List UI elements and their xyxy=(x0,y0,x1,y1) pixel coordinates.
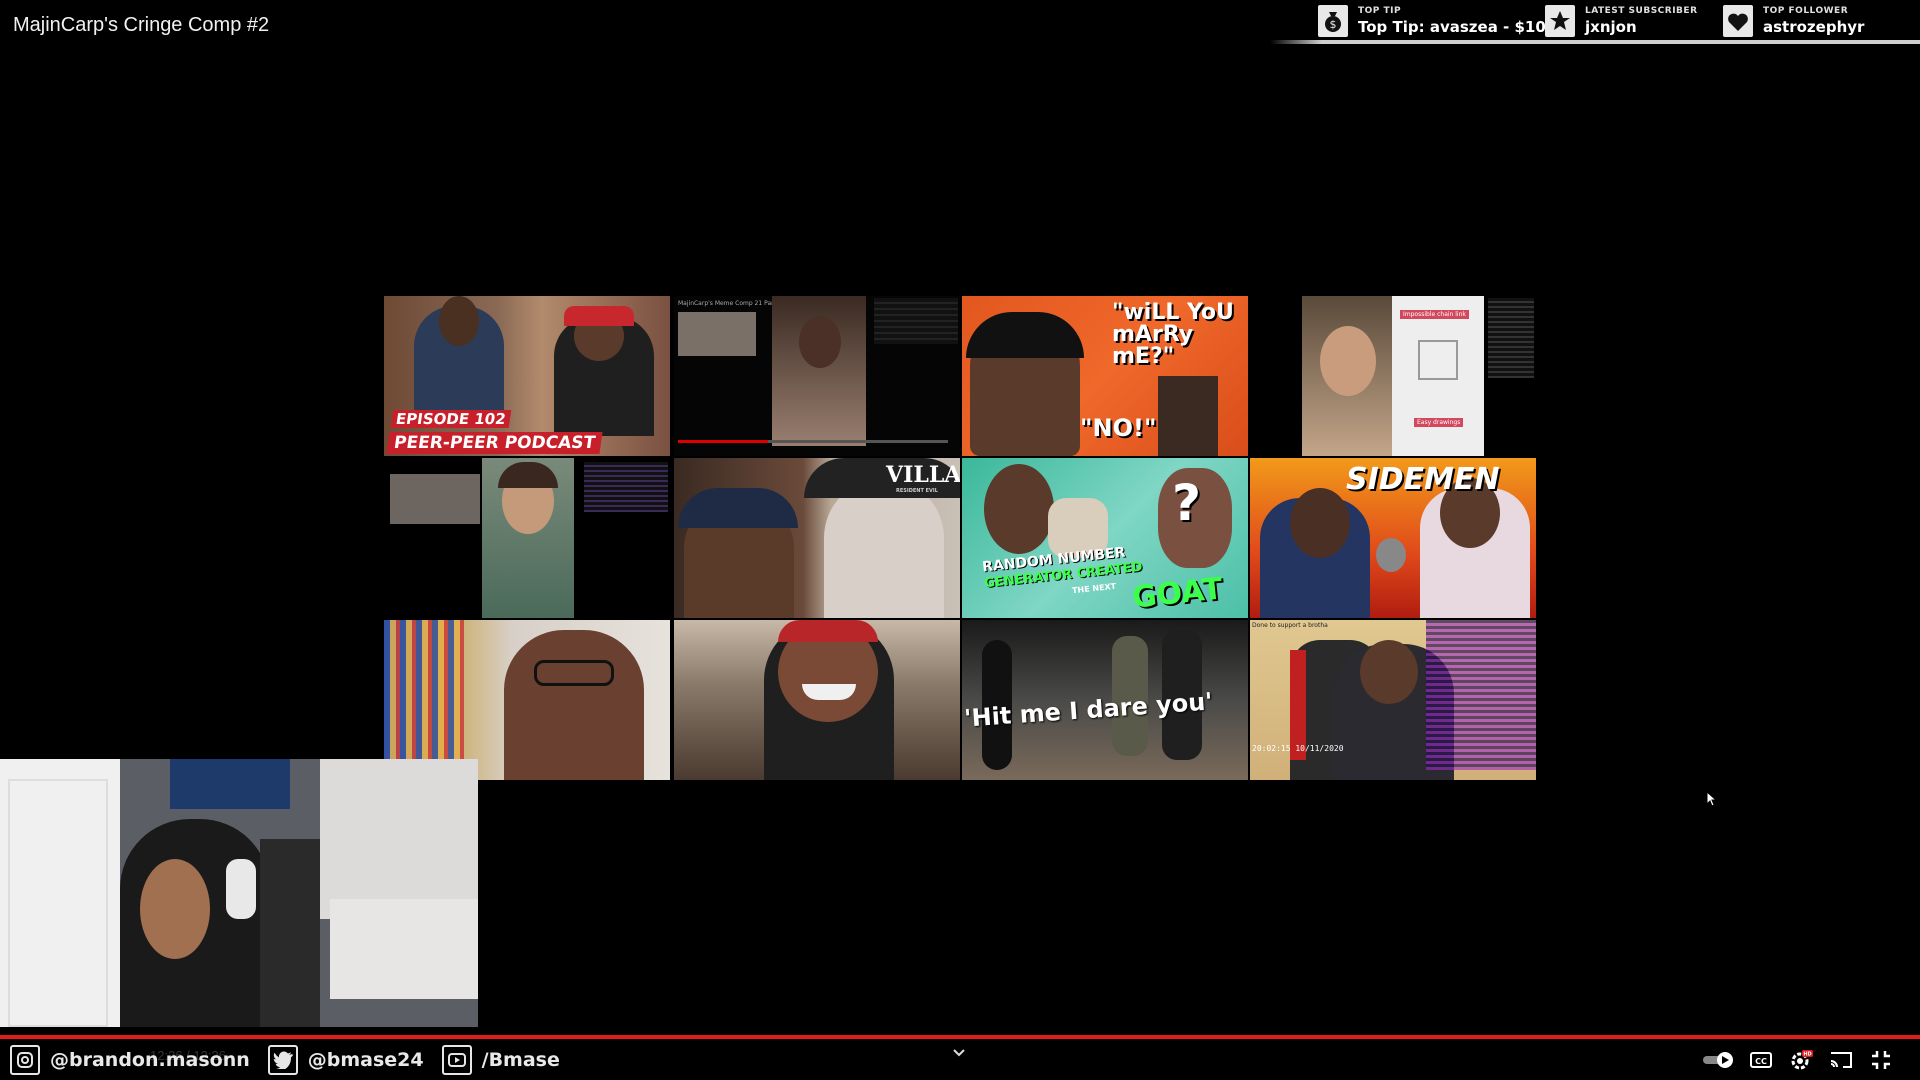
top-tip-widget: $ TOP TIP Top Tip: avaszea - $100 xyxy=(1318,4,1556,38)
svg-text:$: $ xyxy=(1330,18,1337,31)
thumb-stream-reaction[interactable] xyxy=(384,458,670,618)
thumb-peer-podcast[interactable]: EPISODE 102 PEER-PEER PODCAST xyxy=(384,296,670,456)
youtube-handle: /Bmase xyxy=(481,1049,560,1071)
thumb-gaming-chair[interactable]: Done to support a brotha 20:02:15 10/11/… xyxy=(1250,620,1536,780)
thumbnail-grid: EPISODE 102 PEER-PEER PODCAST MajinCarp'… xyxy=(384,296,1538,784)
chevron-down-icon[interactable] xyxy=(952,1046,966,1060)
youtube-icon xyxy=(441,1045,472,1075)
overlay-underline xyxy=(1270,40,1920,44)
podcast-title-label: PEER-PEER PODCAST xyxy=(386,432,603,454)
no-caption: "NO!" xyxy=(1080,414,1157,442)
resident-evil-label: RESIDENT EVIL xyxy=(896,488,938,494)
top-follower-caption: TOP FOLLOWER xyxy=(1763,6,1849,16)
progress-fill xyxy=(0,1035,1920,1039)
marry-me-caption: "wiLL YoU mArRy mE?" xyxy=(1112,300,1234,369)
webcam-feed xyxy=(0,759,478,1027)
thumb-random-number[interactable]: ? RANDOM NUMBER GENERATOR CREATED THE NE… xyxy=(962,458,1248,618)
latest-subscriber-widget: LATEST SUBSCRIBER jxnjon xyxy=(1545,4,1698,38)
heart-icon xyxy=(1723,5,1753,37)
twitter-icon xyxy=(267,1045,298,1075)
progress-bar[interactable] xyxy=(0,1035,1920,1039)
thumb-meme-comp[interactable]: MajinCarp's Meme Comp 21 Part 1 xyxy=(674,296,960,456)
podcast-episode-label: EPISODE 102 xyxy=(390,410,511,428)
thumb-gym-smile[interactable] xyxy=(674,620,960,780)
money-bag-icon: $ xyxy=(1318,5,1348,37)
thumb-sidemen[interactable]: SIDEMEN xyxy=(1250,458,1536,618)
thumb-hit-me[interactable]: 'Hit me I dare you' xyxy=(962,620,1248,780)
top-follower-widget: TOP FOLLOWER astrozephyr xyxy=(1723,4,1864,38)
village-title: VILLAGE xyxy=(886,462,960,488)
instagram-icon xyxy=(10,1045,40,1075)
exit-fullscreen-icon[interactable] xyxy=(1866,1046,1896,1074)
latest-subscriber-caption: LATEST SUBSCRIBER xyxy=(1585,6,1698,16)
top-tip-value: Top Tip: avaszea - $100 xyxy=(1358,18,1557,36)
svg-text:HD: HD xyxy=(1803,1052,1811,1058)
twitter-handle: @bmase24 xyxy=(307,1049,424,1071)
settings-icon[interactable]: HD xyxy=(1786,1046,1816,1074)
social-handles: @brandon.masonn @bmase24 /Bmase xyxy=(10,1043,578,1077)
top-tip-caption: TOP TIP xyxy=(1358,6,1402,16)
video-title: MajinCarp's Cringe Comp #2 xyxy=(13,14,270,36)
random-number-line3: THE NEXT xyxy=(1071,581,1117,596)
easy-drawings-label: Easy drawings xyxy=(1414,418,1464,427)
cast-icon[interactable] xyxy=(1826,1046,1856,1074)
gaming-chair-timestamp: 20:02:15 10/11/2020 xyxy=(1252,744,1344,753)
question-mark: ? xyxy=(1172,474,1202,532)
autoplay-toggle[interactable] xyxy=(1700,1046,1736,1074)
random-number-goat: GOAT xyxy=(1130,571,1225,616)
meme-comp-label: MajinCarp's Meme Comp 21 Part 1 xyxy=(678,300,782,307)
mouse-cursor-icon xyxy=(1706,791,1718,807)
top-follower-value: astrozephyr xyxy=(1763,18,1865,36)
latest-subscriber-value: jxnjon xyxy=(1585,18,1637,36)
captions-button[interactable]: CC xyxy=(1746,1046,1776,1074)
gaming-chair-label: Done to support a brotha xyxy=(1252,622,1328,629)
sidemen-title: SIDEMEN xyxy=(1346,462,1500,497)
thumb-village[interactable]: VILLAGE RESIDENT EVIL xyxy=(674,458,960,618)
thumb-drawing-stream[interactable]: Impossible chain link Easy drawings xyxy=(1250,296,1536,456)
thumb-will-you-marry-me[interactable]: "wiLL YoU mArRy mE?" "NO!" xyxy=(962,296,1248,456)
star-icon xyxy=(1545,5,1575,37)
svg-text:CC: CC xyxy=(1755,1057,1767,1066)
chain-link-label: Impossible chain link xyxy=(1400,310,1469,319)
thumb-store[interactable] xyxy=(384,620,670,780)
instagram-handle: @brandon.masonn xyxy=(50,1049,250,1071)
